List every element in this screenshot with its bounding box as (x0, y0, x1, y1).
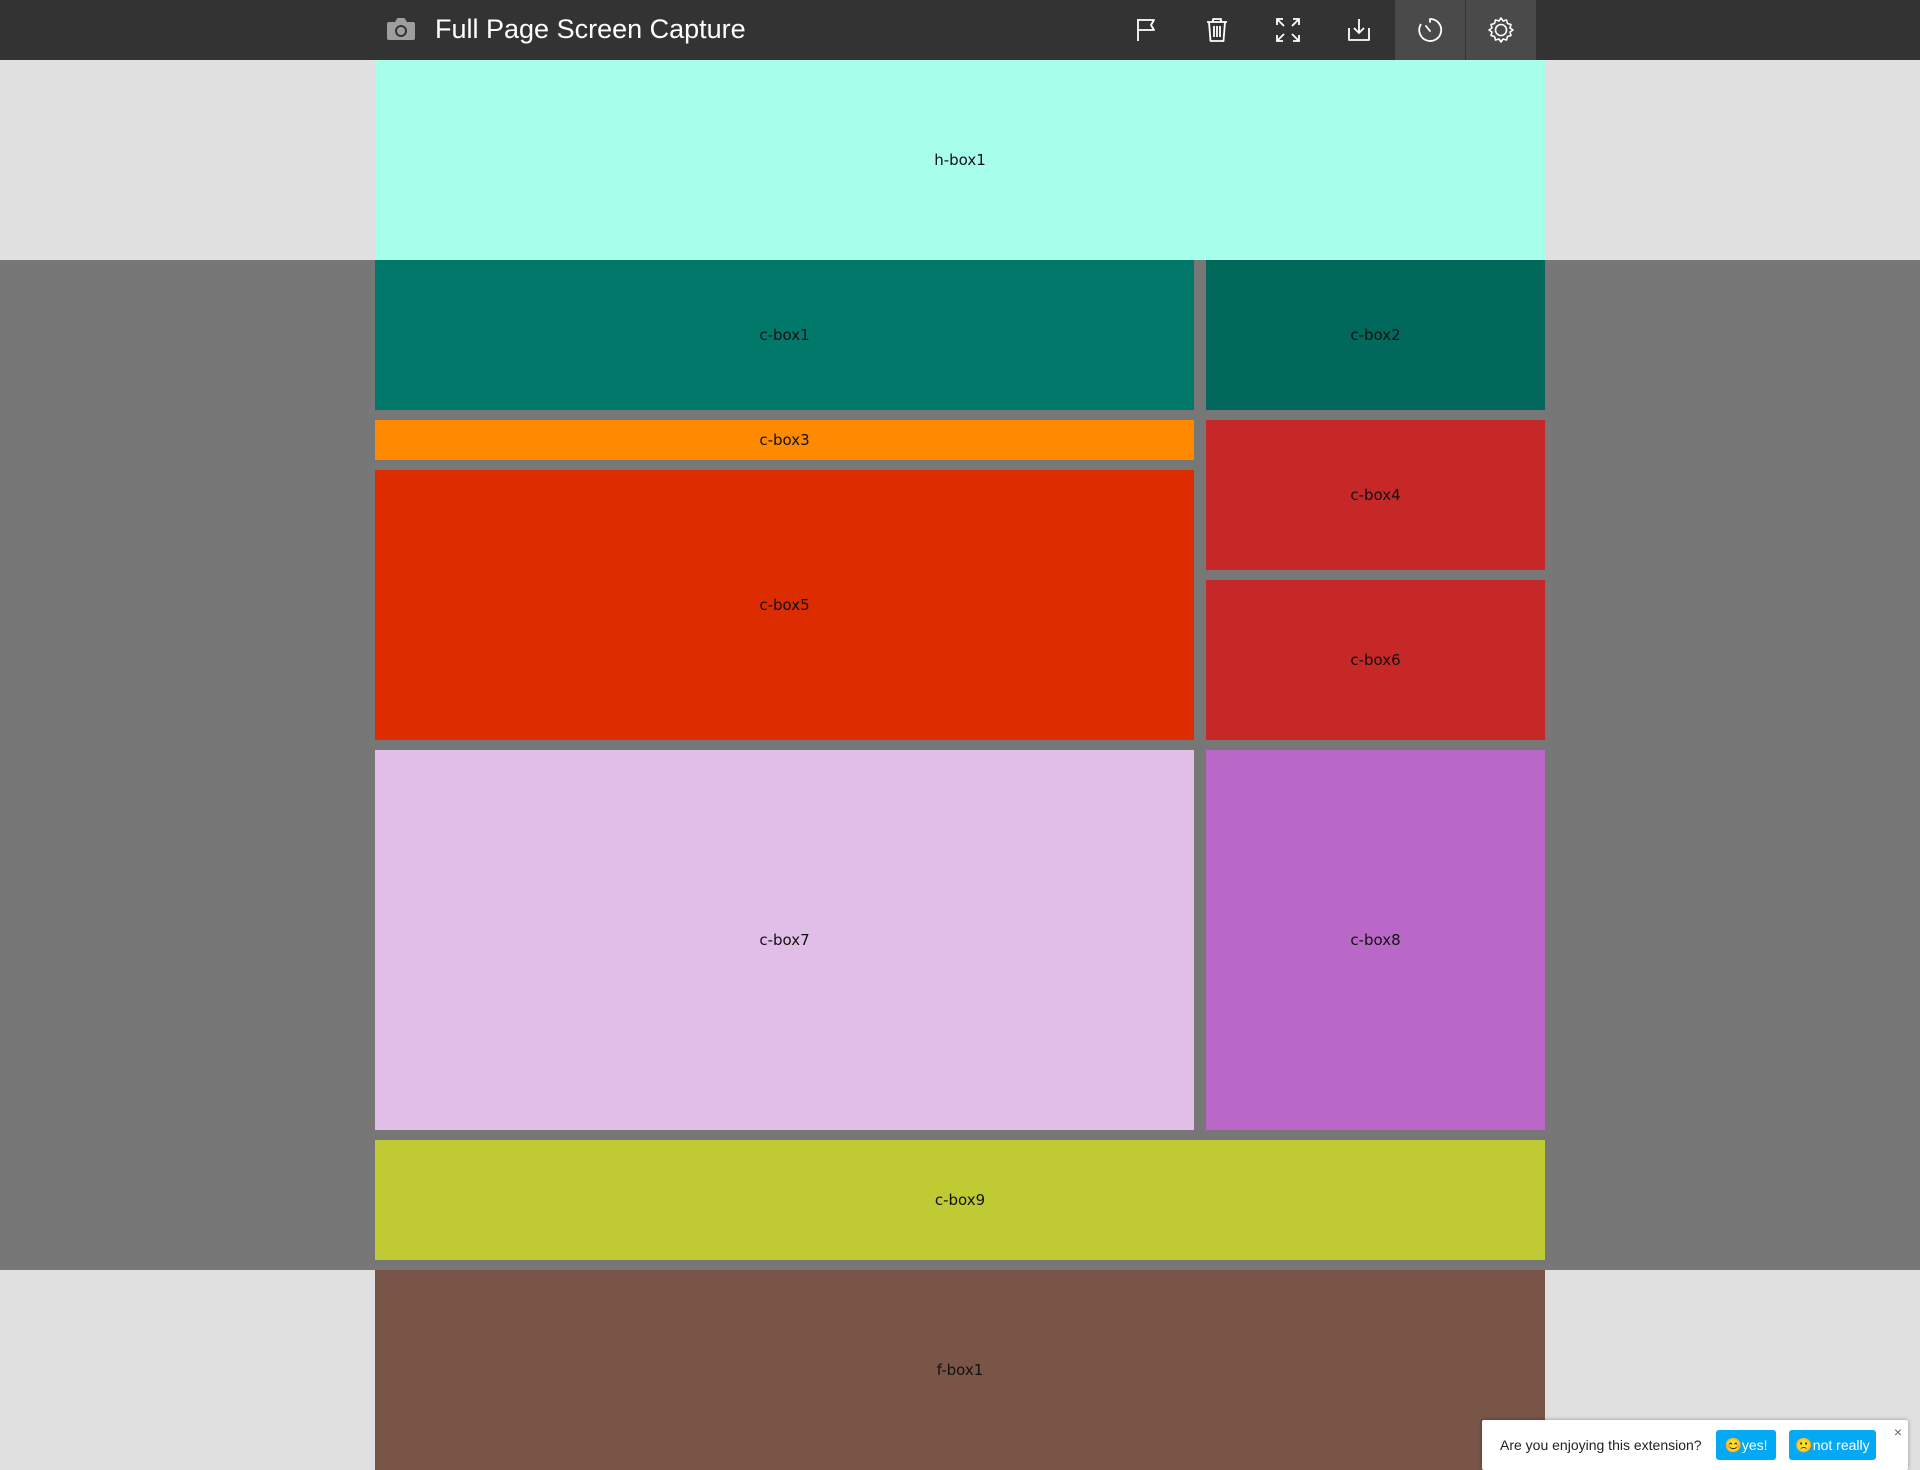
c-box4: c-box4 (1206, 420, 1545, 570)
delete-button[interactable] (1182, 0, 1252, 60)
c-box1-label: c-box1 (759, 326, 810, 344)
camera-icon (386, 16, 416, 42)
c-box2-label: c-box2 (1350, 326, 1401, 344)
feedback-popup: Are you enjoying this extension? 😊yes! 🙁… (1482, 1420, 1908, 1470)
feedback-question: Are you enjoying this extension? (1500, 1437, 1702, 1453)
c-box4-label: c-box4 (1350, 486, 1401, 504)
c-box9: c-box9 (375, 1140, 1545, 1260)
c-box5: c-box5 (375, 470, 1194, 740)
f-box1: f-box1 (375, 1270, 1545, 1470)
c-box3-label: c-box3 (759, 431, 810, 449)
c-box3: c-box3 (375, 420, 1194, 460)
app-title: Full Page Screen Capture (435, 14, 746, 44)
timer-icon (1418, 18, 1443, 42)
f-box1-label: f-box1 (936, 1361, 984, 1379)
download-icon (1348, 19, 1370, 41)
c-box8: c-box8 (1206, 750, 1545, 1130)
fullscreen-icon (1276, 18, 1300, 42)
c-box1: c-box1 (375, 260, 1194, 410)
c-box2: c-box2 (1206, 260, 1545, 410)
h-box1-label: h-box1 (934, 151, 986, 169)
h-box1: h-box1 (375, 60, 1545, 260)
close-icon[interactable]: × (1894, 1424, 1902, 1440)
c-box5-label: c-box5 (759, 596, 810, 614)
yes-button[interactable]: 😊yes! (1716, 1430, 1776, 1460)
c-box6: c-box6 (1206, 580, 1545, 740)
c-box8-label: c-box8 (1350, 931, 1401, 949)
toolbar: Full Page Screen Capture (0, 0, 1920, 60)
flag-icon (1137, 19, 1155, 41)
fullscreen-button[interactable] (1253, 0, 1323, 60)
c-box7-label: c-box7 (759, 931, 810, 949)
c-box6-label: c-box6 (1350, 651, 1401, 669)
c-box7: c-box7 (375, 750, 1194, 1130)
c-box9-label: c-box9 (934, 1191, 986, 1209)
flag-button[interactable] (1111, 0, 1181, 60)
trash-icon (1207, 18, 1227, 42)
timer-button[interactable] (1395, 0, 1465, 60)
gear-icon (1488, 17, 1514, 43)
not-really-button[interactable]: 🙁not really (1789, 1430, 1876, 1460)
download-button[interactable] (1324, 0, 1394, 60)
settings-button[interactable] (1466, 0, 1536, 60)
